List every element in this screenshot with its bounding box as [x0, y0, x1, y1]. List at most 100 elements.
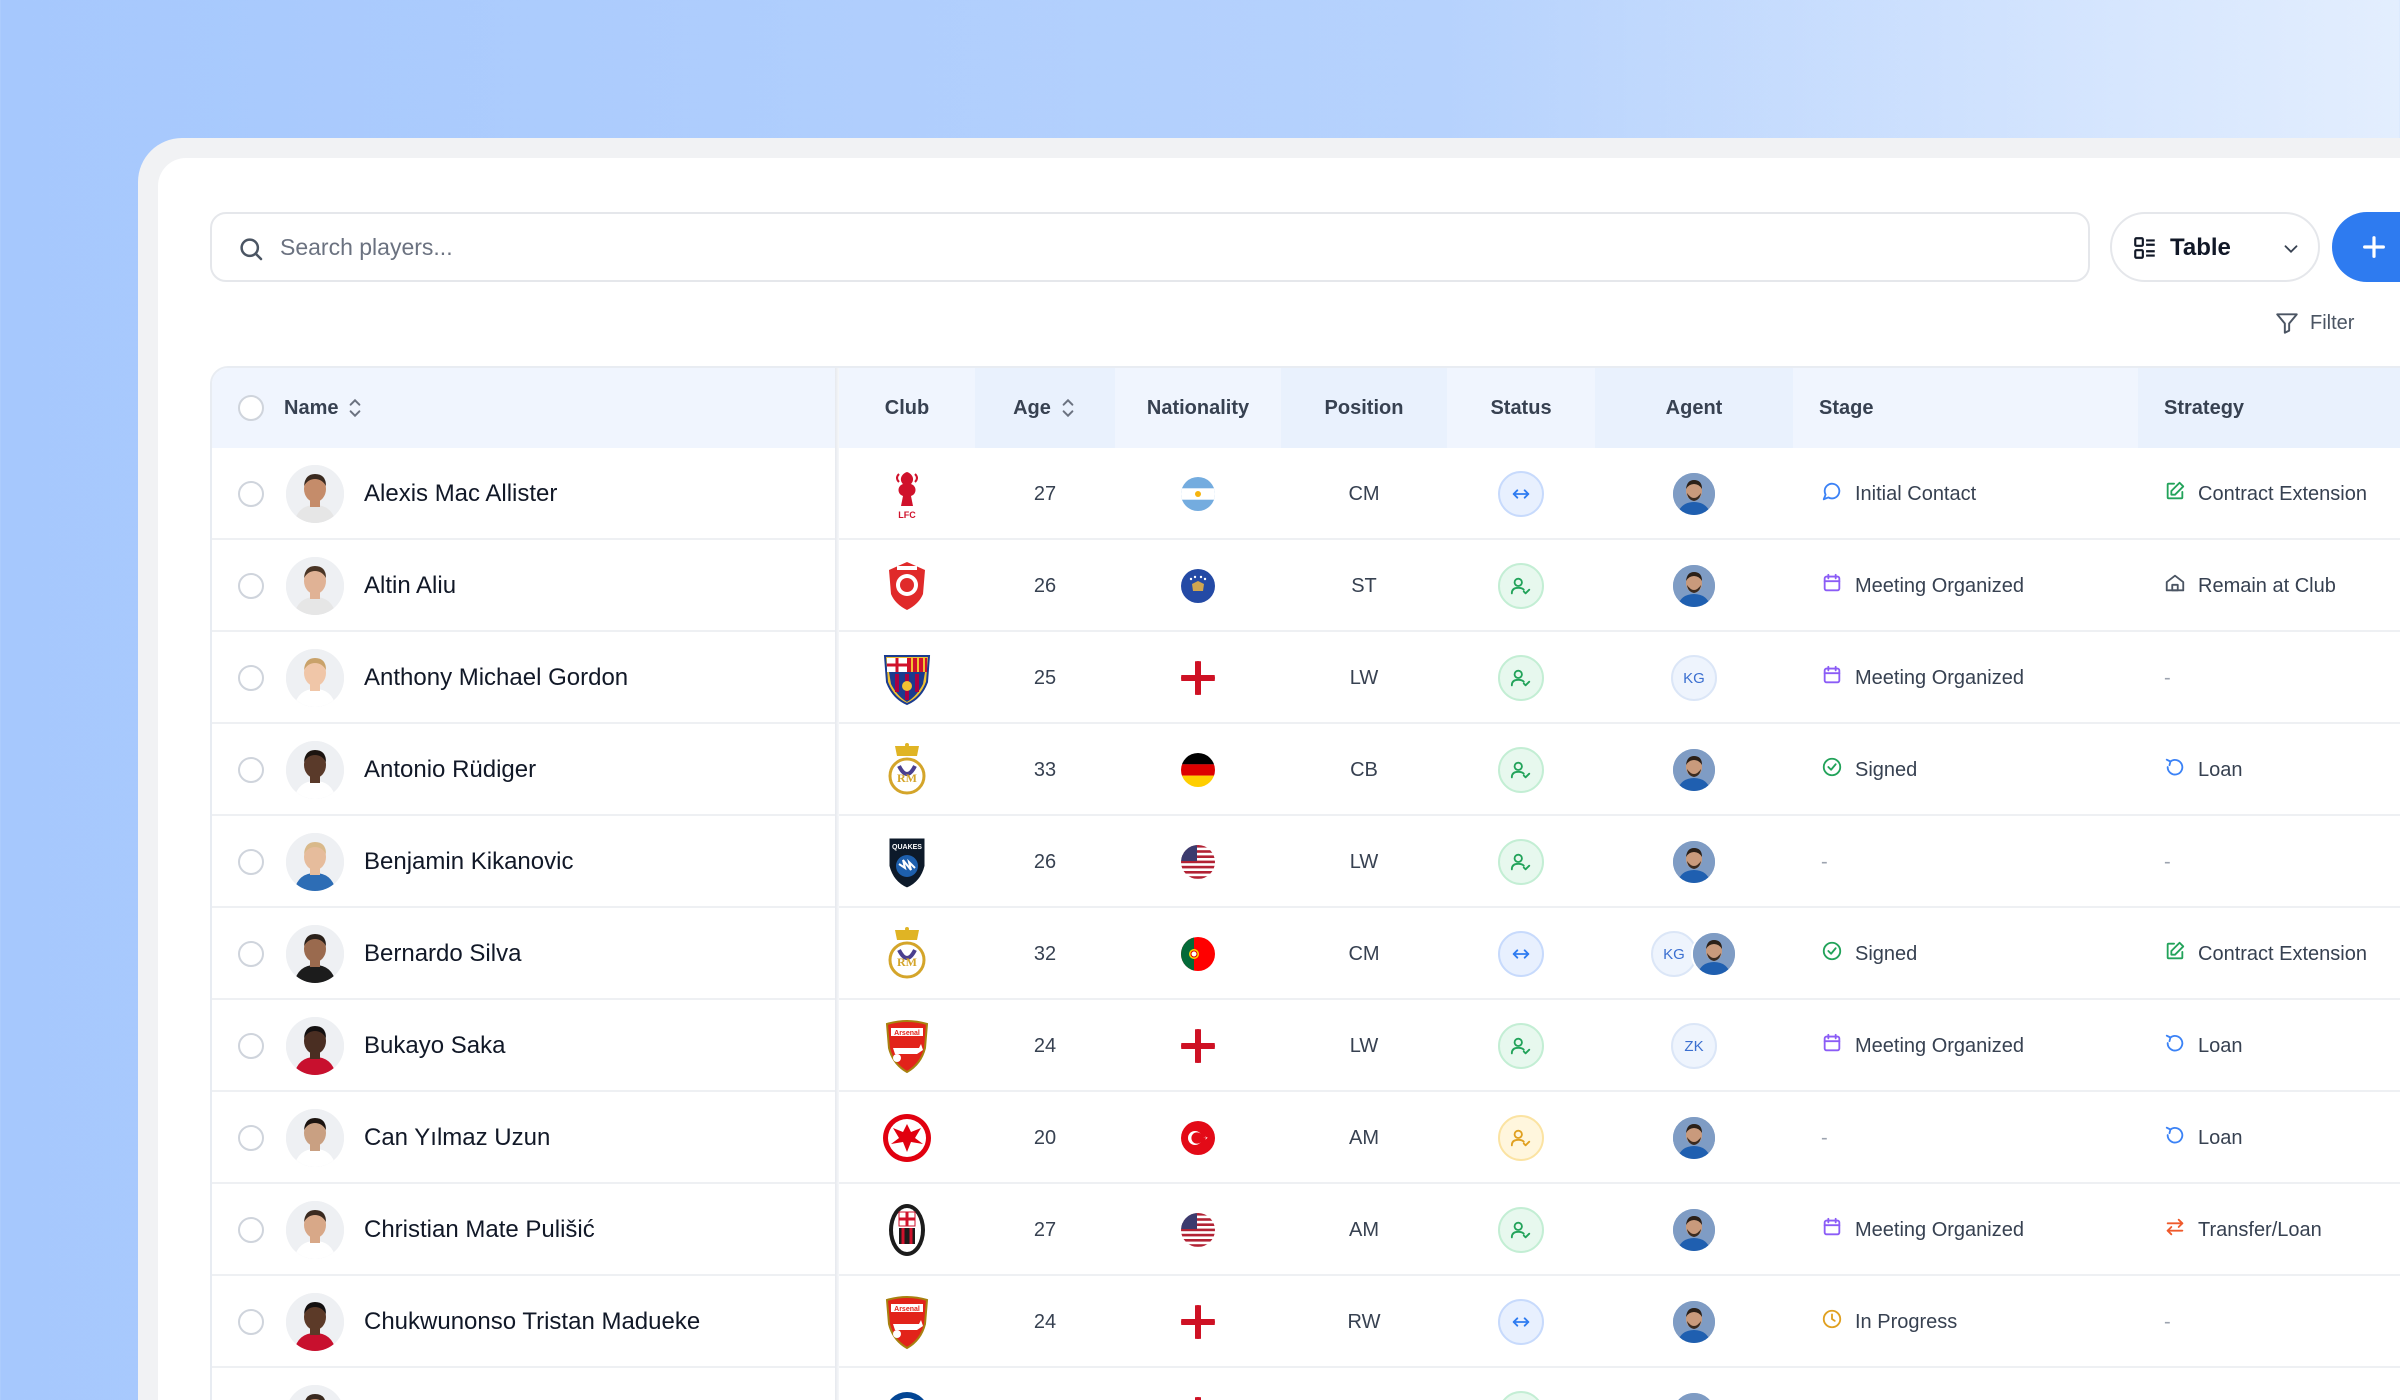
stage-cell[interactable]: - [1793, 1092, 2138, 1184]
player-name[interactable]: Benjamin Kikanovic [364, 848, 573, 876]
stage-cell[interactable]: Initial Contact [1793, 448, 2138, 540]
column-header-status[interactable]: Status [1447, 368, 1595, 448]
status-sign-icon[interactable] [1498, 655, 1544, 701]
status-transfer-icon[interactable] [1498, 1299, 1544, 1345]
status-sign-icon[interactable] [1498, 839, 1544, 885]
player-name[interactable]: Chukwunonso Tristan Madueke [364, 1308, 700, 1336]
column-header-club[interactable]: Club [839, 368, 975, 448]
svg-text:RM: RM [897, 771, 917, 785]
select-all-checkbox[interactable] [238, 395, 264, 421]
status-sign-icon[interactable] [1498, 1023, 1544, 1069]
row-checkbox[interactable] [238, 481, 264, 507]
strategy-cell[interactable]: Transfer/Loan [2138, 1184, 2400, 1276]
row-checkbox[interactable] [238, 849, 264, 875]
table-row[interactable]: Altin Aliu 26 ST Meeting Organized Remai… [212, 540, 2400, 632]
table-row[interactable]: Antonio Rüdiger RM 33 CB Signed Loan [212, 724, 2400, 816]
table-row[interactable] [212, 1368, 2400, 1400]
stage-cell[interactable]: Meeting Organized [1793, 1000, 2138, 1092]
strategy-cell[interactable]: Contract Extension [2138, 448, 2400, 540]
row-checkbox[interactable] [238, 1309, 264, 1335]
filter-button[interactable]: Filter [2274, 308, 2354, 338]
column-header-agent[interactable]: Agent [1595, 368, 1793, 448]
strategy-cell[interactable]: - [2138, 816, 2400, 908]
strategy-cell[interactable]: - [2138, 1276, 2400, 1368]
player-name[interactable]: Antonio Rüdiger [364, 756, 536, 784]
player-name[interactable]: Bernardo Silva [364, 940, 521, 968]
player-name[interactable]: Christian Mate Pulišić [364, 1216, 595, 1244]
agent-avatar[interactable] [1671, 471, 1717, 517]
stage-cell[interactable]: Meeting Organized [1793, 540, 2138, 632]
strategy-cell[interactable]: Loan [2138, 1092, 2400, 1184]
search-input[interactable] [280, 214, 2060, 280]
strategy-cell[interactable]: - [2138, 632, 2400, 724]
player-name[interactable]: Altin Aliu [364, 572, 456, 600]
age-cell: 24 [975, 1276, 1115, 1368]
agent-avatar[interactable] [1671, 1391, 1717, 1400]
strategy-cell[interactable]: Loan [2138, 1000, 2400, 1092]
player-name[interactable]: Bukayo Saka [364, 1032, 505, 1060]
status-transfer-icon[interactable] [1498, 931, 1544, 977]
status-sign-icon[interactable] [1498, 1391, 1544, 1400]
add-player-button[interactable] [2332, 212, 2400, 282]
table-row[interactable]: Can Yılmaz Uzun 20 AM - Loan [212, 1092, 2400, 1184]
table-row[interactable]: Chukwunonso Tristan Madueke Arsenal 24 R… [212, 1276, 2400, 1368]
status-transfer-icon[interactable] [1498, 471, 1544, 517]
sort-icon[interactable] [1059, 397, 1077, 419]
agent-avatar[interactable] [1671, 1299, 1717, 1345]
agent-avatar[interactable] [1671, 1115, 1717, 1161]
column-header-stage[interactable]: Stage [1793, 368, 2138, 448]
agent-cell: KG [1595, 908, 1793, 1000]
agent-avatar[interactable] [1671, 747, 1717, 793]
stage-cell[interactable]: Meeting Organized [1793, 1184, 2138, 1276]
column-header-nationality[interactable]: Nationality [1115, 368, 1281, 448]
status-sign-icon[interactable] [1498, 563, 1544, 609]
table-row[interactable]: Alexis Mac Allister LFC 27 CM Initial Co… [212, 448, 2400, 540]
stage-cell[interactable]: In Progress [1793, 1276, 2138, 1368]
strategy-cell[interactable]: Loan [2138, 724, 2400, 816]
row-checkbox[interactable] [238, 573, 264, 599]
stage-cell[interactable]: Signed [1793, 724, 2138, 816]
stage-cell[interactable]: - [1793, 816, 2138, 908]
sort-icon[interactable] [346, 397, 364, 419]
row-checkbox[interactable] [238, 1125, 264, 1151]
status-sign-icon[interactable] [1498, 1207, 1544, 1253]
column-header-age[interactable]: Age [975, 368, 1115, 448]
nationality-flag-icon [1181, 661, 1215, 695]
strategy-cell[interactable]: Contract Extension [2138, 908, 2400, 1000]
club-cell [839, 632, 975, 724]
status-sign-icon[interactable] [1498, 747, 1544, 793]
table-row[interactable]: Bernardo Silva RM 32 CM KG Signed Contra… [212, 908, 2400, 1000]
stage-cell[interactable]: Signed [1793, 908, 2138, 1000]
stage-cell[interactable] [1793, 1368, 2138, 1400]
status-cell [1447, 1368, 1595, 1400]
column-header-position[interactable]: Position [1281, 368, 1447, 448]
agent-initials-avatar[interactable]: KG [1671, 655, 1717, 701]
stage-label: Initial Contact [1855, 482, 1977, 505]
strategy-cell[interactable] [2138, 1368, 2400, 1400]
table-row[interactable]: Benjamin Kikanovic QUAKES 26 LW - - [212, 816, 2400, 908]
table-row[interactable]: Bukayo Saka Arsenal 24 LW ZK Meeting Org… [212, 1000, 2400, 1092]
table-row[interactable]: Anthony Michael Gordon 25 LW KG Meeting … [212, 632, 2400, 724]
stage-cell[interactable]: Meeting Organized [1793, 632, 2138, 724]
row-checkbox[interactable] [238, 757, 264, 783]
row-checkbox[interactable] [238, 1033, 264, 1059]
row-checkbox[interactable] [238, 665, 264, 691]
agent-avatar[interactable] [1691, 931, 1737, 977]
agent-avatar[interactable] [1671, 1207, 1717, 1253]
view-mode-dropdown[interactable]: Table [2110, 212, 2320, 282]
agent-initials-avatar[interactable]: ZK [1671, 1023, 1717, 1069]
strategy-cell[interactable]: Remain at Club [2138, 540, 2400, 632]
player-name[interactable]: Alexis Mac Allister [364, 480, 557, 508]
table-row[interactable]: Christian Mate Pulišić 27 AM Meeting Org… [212, 1184, 2400, 1276]
row-checkbox[interactable] [238, 1217, 264, 1243]
agent-avatar[interactable] [1671, 839, 1717, 885]
player-name[interactable]: Can Yılmaz Uzun [364, 1124, 550, 1152]
strategy-label: Loan [2198, 1034, 2243, 1057]
status-pending-icon[interactable] [1498, 1115, 1544, 1161]
row-checkbox[interactable] [238, 941, 264, 967]
column-header-strategy[interactable]: Strategy [2138, 368, 2400, 448]
search-bar[interactable] [210, 212, 2090, 282]
agent-avatar[interactable] [1671, 563, 1717, 609]
player-name[interactable]: Anthony Michael Gordon [364, 664, 628, 692]
column-header-name[interactable]: Name [212, 368, 836, 448]
